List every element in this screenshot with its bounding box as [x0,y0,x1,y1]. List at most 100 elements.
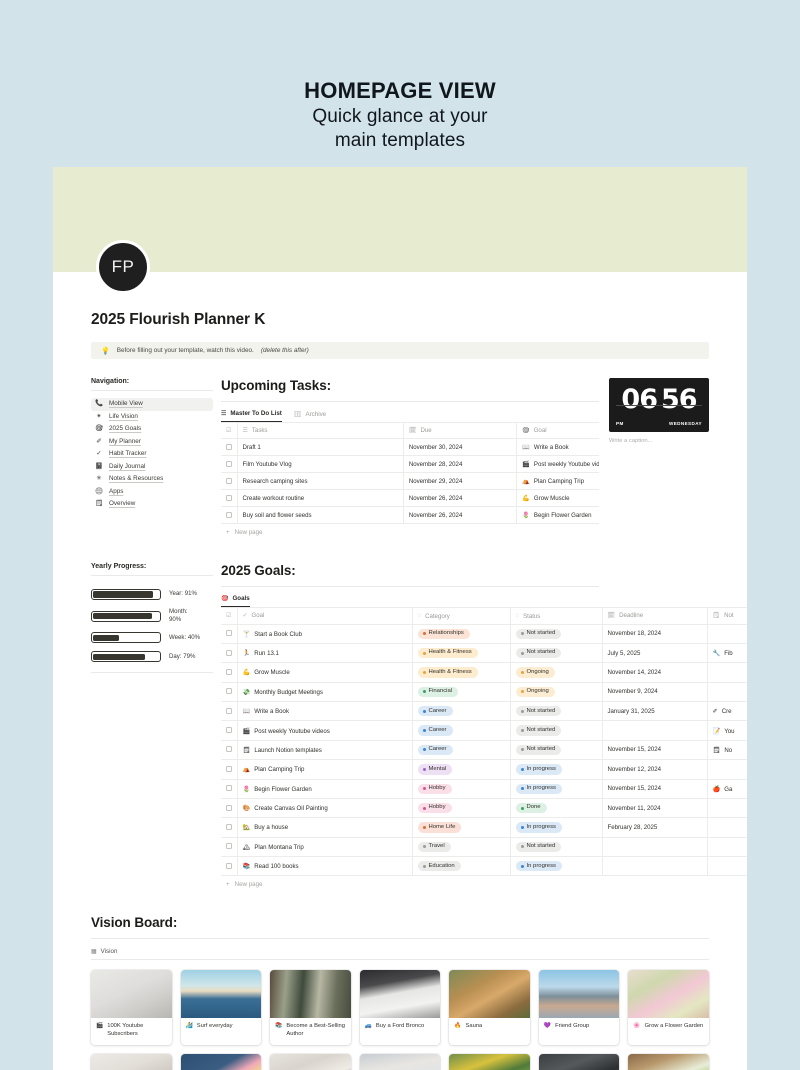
sidebar-item-mobile-view[interactable]: 📞 Mobile View [91,398,213,411]
goal-category-cell[interactable]: Health & Fitness [412,642,511,663]
goal-notes-cell[interactable]: 🗒 No [707,739,747,760]
goal-notes-cell[interactable] [707,759,747,779]
vision-card[interactable]: 🌸 Grow a Flower Garden [628,970,709,1046]
task-goal-cell[interactable]: 📖 Write a Book [516,438,599,456]
goal-category-cell[interactable]: Health & Fitness [412,662,511,683]
checkbox-icon[interactable] [226,785,232,792]
row-checkbox-cell[interactable] [221,681,238,702]
goal-name-cell[interactable]: 🎬 Post weekly Youtube videos [237,720,413,741]
goal-category-cell[interactable]: Home Life [412,817,511,838]
vision-card[interactable]: 📱 Be a Content Creator [270,1054,351,1070]
vision-card[interactable]: 🍋 Balanced Lifestyle [628,1054,709,1070]
row-checkbox-cell[interactable] [221,642,238,663]
row-checkbox-cell[interactable] [221,817,238,838]
task-due-cell[interactable]: November 30, 2024 [403,438,518,456]
checkbox-icon[interactable] [226,494,232,501]
row-checkbox-cell[interactable] [221,438,238,456]
goal-name-cell[interactable]: 📚 Read 100 books [237,855,413,877]
vision-card[interactable]: ✈ Travel to Europe [359,1054,441,1070]
checkbox-icon[interactable] [226,443,232,450]
vision-card[interactable]: 🥕 Large Garden [449,1054,530,1070]
goal-category-cell[interactable]: Hobby [412,797,511,818]
checkbox-icon[interactable] [226,765,232,772]
goal-status-cell[interactable]: Ongoing [510,681,603,702]
goal-status-cell[interactable]: Not started [510,739,603,760]
task-name-cell[interactable]: Draft 1 [237,438,404,456]
row-checkbox-cell[interactable] [221,506,238,524]
goal-status-cell[interactable]: In progress [510,759,603,779]
row-checkbox-cell[interactable] [221,739,238,760]
table-row[interactable]: Film Youtube Vlog November 28, 2024 🎬 Pos… [221,455,599,473]
sidebar-item-notes-resources[interactable]: ✳ Notes & Resources [91,473,213,486]
task-due-cell[interactable]: November 26, 2024 [403,506,518,524]
column-header-goal[interactable]: 🎯 Goal [516,422,599,439]
checkbox-icon[interactable] [226,707,232,714]
goal-name-cell[interactable]: ⛺ Plan Camping Trip [237,759,413,779]
goal-category-cell[interactable]: Hobby [412,778,511,799]
row-checkbox-cell[interactable] [221,623,238,644]
vision-card[interactable]: 🔥 Sauna [449,970,530,1046]
goal-name-cell[interactable]: 🏔 Plan Montana Trip [237,836,413,857]
task-goal-cell[interactable]: ⛺ Plan Camping Trip [516,472,599,490]
goal-notes-cell[interactable] [707,662,747,683]
row-checkbox-cell[interactable] [221,778,238,799]
task-due-cell[interactable]: November 28, 2024 [403,455,518,473]
task-goal-cell[interactable]: 🌷 Begin Flower Garden [516,506,599,524]
goal-category-cell[interactable]: Career [412,739,511,760]
goal-category-cell[interactable]: Financial [412,681,511,702]
clock-caption[interactable]: Write a caption... [609,438,709,444]
task-due-cell[interactable]: November 26, 2024 [403,489,518,507]
goal-status-cell[interactable]: Not started [510,700,603,721]
column-header-due[interactable]: 🗓 Due [403,422,518,439]
checkbox-icon[interactable] [226,511,232,518]
row-checkbox-cell[interactable] [221,855,238,877]
checkbox-icon[interactable] [226,460,232,467]
goal-category-cell[interactable]: Relationships [412,623,511,644]
goal-category-cell[interactable]: Mental [412,759,511,779]
row-checkbox-cell[interactable] [221,455,238,473]
checkbox-icon[interactable] [226,649,232,656]
vision-card[interactable]: 🎬 100K Youtube Subscribers [91,970,172,1046]
tab-archive[interactable]: 🗄 Archive [294,411,326,422]
row-checkbox-cell[interactable] [221,662,238,683]
goal-name-cell[interactable]: 🍸 Start a Book Club [237,623,413,644]
goal-name-cell[interactable]: 💸 Monthly Budget Meetings [237,681,413,702]
task-name-cell[interactable]: Research camping sites [237,472,404,490]
vision-card[interactable]: ✳ Make $1 million [538,1054,620,1070]
goal-status-cell[interactable]: Not started [510,720,603,741]
goal-notes-cell[interactable] [707,836,747,857]
tab-master-to-do-list[interactable]: ☰ Master To Do List [221,410,282,422]
goal-name-cell[interactable]: 💪 Grow Muscle [237,662,413,683]
goal-notes-cell[interactable] [707,797,747,818]
goal-notes-cell[interactable]: 🍎 Ga [707,778,747,799]
sidebar-item-overview[interactable]: 🗒 Overview [91,498,213,511]
sidebar-item-daily-journal[interactable]: 📓 Daily Journal [91,461,213,474]
row-checkbox-cell[interactable] [221,472,238,490]
goal-status-cell[interactable]: In progress [510,817,603,838]
column-header-category[interactable]: ◌ Category [412,607,511,624]
goal-status-cell[interactable]: Not started [510,836,603,857]
tab-goals[interactable]: 🎯 Goals [221,595,250,607]
table-row[interactable]: Create workout routine November 26, 2024… [221,489,599,507]
sidebar-item-habit-tracker[interactable]: ✓ Habit Tracker [91,448,213,461]
checkbox-icon[interactable] [226,823,232,830]
vision-card[interactable]: 🚙 Buy a Ford Bronco [359,970,441,1046]
row-checkbox-cell[interactable] [221,720,238,741]
column-header-tasks[interactable]: ☰ Tasks [237,422,404,439]
goal-notes-cell[interactable] [707,681,747,702]
goal-name-cell[interactable]: 🏡 Buy a house [237,817,413,838]
checkbox-icon[interactable] [226,477,232,484]
goal-category-cell[interactable]: Travel [412,836,511,857]
table-row[interactable]: Buy soil and flower seeds November 26, 2… [221,506,599,524]
goal-notes-cell[interactable]: 📝 You [707,720,747,741]
goal-status-cell[interactable]: Done [510,797,603,818]
checkbox-icon[interactable] [226,746,232,753]
tasks-new-page-button[interactable]: + New page [221,524,599,541]
checkbox-icon[interactable] [226,688,232,695]
column-header-select[interactable]: ☑ [221,422,238,439]
vision-card[interactable]: 🏄 Surf everyday [180,970,262,1046]
column-header-not[interactable]: 🗒 Not [707,607,747,624]
vision-card[interactable]: 💜 Friend Group [538,970,620,1046]
sidebar-item-my-planner[interactable]: ✐ My Planner [91,436,213,449]
vision-card[interactable]: 🏃 Run Sub 3 Marathon [180,1054,262,1070]
